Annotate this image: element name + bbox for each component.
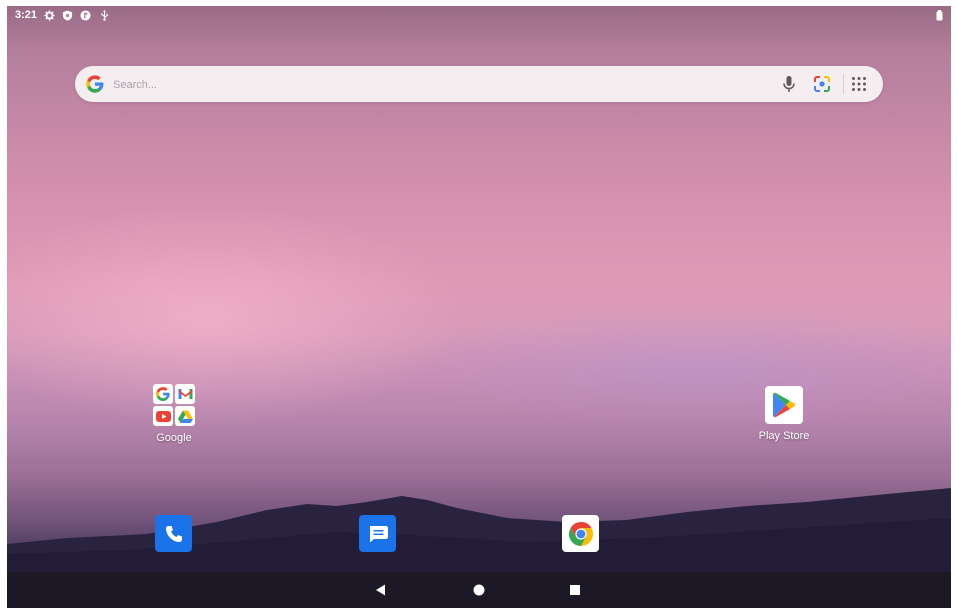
search-input[interactable] xyxy=(111,72,715,98)
status-bar: 3:21 xyxy=(7,6,951,26)
play-store-label: Play Store xyxy=(758,430,810,442)
youtube-icon xyxy=(153,406,173,426)
battery-icon xyxy=(936,10,943,21)
home-screen: 3:21 Search... Google Play Store xyxy=(7,6,951,608)
wallpaper-mountains xyxy=(7,488,951,572)
settings-gear-icon xyxy=(44,10,55,21)
messages-icon[interactable] xyxy=(359,515,396,552)
play-store-app[interactable]: Play Store xyxy=(744,386,824,442)
usb-icon xyxy=(101,10,108,21)
mic-icon[interactable] xyxy=(781,75,797,93)
recents-icon[interactable] xyxy=(565,580,585,600)
wallpaper-haze xyxy=(387,306,951,426)
gmail-icon xyxy=(175,384,195,404)
shield-icon xyxy=(62,10,73,21)
play-store-icon xyxy=(765,386,803,424)
google-folder-icon xyxy=(153,384,195,426)
google-folder-label: Google xyxy=(156,432,192,444)
search-divider xyxy=(843,74,844,94)
drive-icon xyxy=(175,406,195,426)
google-search-icon xyxy=(153,384,173,404)
back-icon[interactable] xyxy=(371,580,391,600)
google-folder[interactable]: Google xyxy=(134,384,214,444)
wallpaper-glow xyxy=(7,206,467,426)
security-badge-icon xyxy=(80,10,91,21)
phone-icon[interactable] xyxy=(155,515,192,552)
google-g-icon xyxy=(86,75,104,93)
apps-grid-icon[interactable] xyxy=(851,76,867,92)
status-time: 3:21 xyxy=(15,9,38,21)
lens-icon[interactable] xyxy=(813,75,831,93)
home-icon[interactable] xyxy=(469,580,489,600)
navigation-bar xyxy=(7,572,951,608)
google-search-bar[interactable] xyxy=(75,66,883,102)
chrome-icon[interactable] xyxy=(562,515,599,552)
